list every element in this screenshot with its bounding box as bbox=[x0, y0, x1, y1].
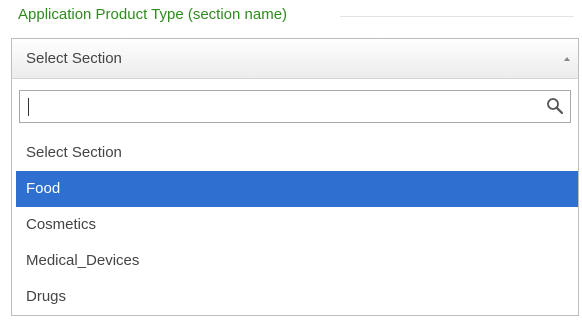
label-divider bbox=[340, 16, 574, 17]
option-drugs[interactable]: Drugs bbox=[12, 279, 578, 315]
search-input[interactable] bbox=[20, 91, 540, 122]
select-current-value: Select Section bbox=[26, 50, 122, 67]
field-label: Application Product Type (section name) bbox=[18, 6, 288, 23]
form-section: Application Product Type (section name) … bbox=[0, 0, 582, 320]
options-list: Select Section Food Cosmetics Medical_De… bbox=[12, 135, 578, 315]
text-cursor bbox=[28, 98, 29, 116]
option-cosmetics[interactable]: Cosmetics bbox=[12, 207, 578, 243]
section-select[interactable]: Select Section bbox=[11, 38, 579, 78]
option-food[interactable]: Food bbox=[16, 171, 578, 207]
option-select-section[interactable]: Select Section bbox=[12, 135, 578, 171]
option-medical-devices[interactable]: Medical_Devices bbox=[12, 243, 578, 279]
search-box[interactable] bbox=[19, 90, 571, 123]
dropdown-panel: Select Section Food Cosmetics Medical_De… bbox=[11, 78, 579, 316]
search-icon[interactable] bbox=[546, 97, 564, 115]
caret-up-icon[interactable] bbox=[564, 57, 570, 61]
